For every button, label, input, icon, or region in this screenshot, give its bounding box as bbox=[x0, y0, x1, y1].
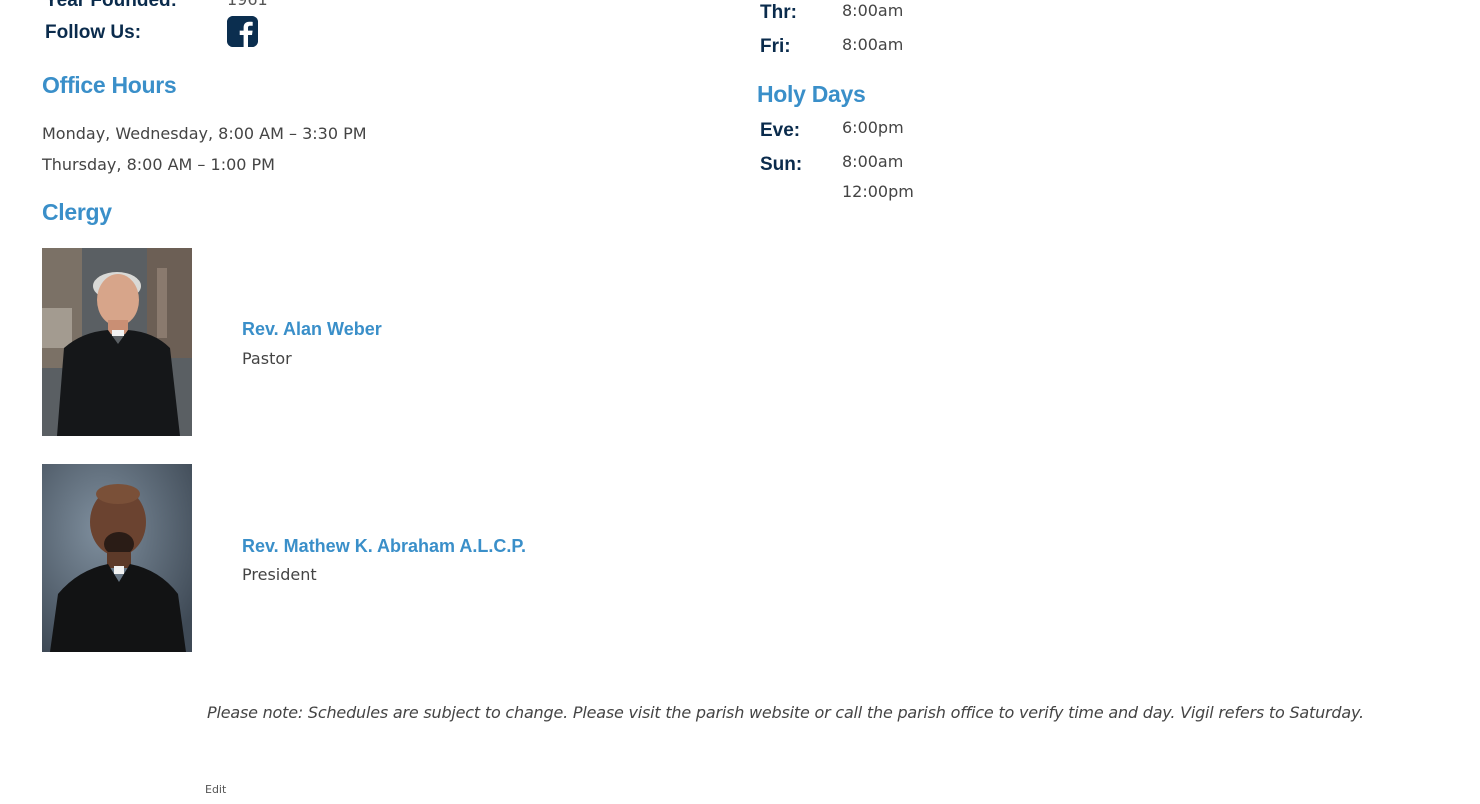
holy-day-label: Eve: bbox=[760, 120, 801, 141]
year-founded-label: Year Founded: bbox=[45, 0, 177, 11]
clergy-photo-pastor bbox=[42, 248, 192, 436]
clergy-role: President bbox=[242, 565, 317, 584]
facebook-icon[interactable] bbox=[227, 16, 258, 47]
office-hours-heading: Office Hours bbox=[42, 72, 177, 98]
mass-time: 12:00pm bbox=[842, 182, 914, 201]
weekday-label: Fri: bbox=[760, 36, 791, 57]
clergy-name-link[interactable]: Rev. Alan Weber bbox=[242, 319, 382, 340]
mass-time: 6:00pm bbox=[842, 118, 904, 137]
holy-day-label: Sun: bbox=[760, 154, 803, 175]
clergy-role: Pastor bbox=[242, 349, 292, 368]
holy-days-heading: Holy Days bbox=[757, 81, 866, 107]
clergy-photo-president bbox=[42, 464, 192, 652]
clergy-heading: Clergy bbox=[42, 199, 112, 225]
mass-time: 8:00am bbox=[842, 35, 904, 54]
mass-time: 8:00am bbox=[842, 1, 904, 20]
clergy-name-link[interactable]: Rev. Mathew K. Abraham A.L.C.P. bbox=[242, 536, 526, 557]
schedule-disclaimer: Please note: Schedules are subject to ch… bbox=[207, 703, 1364, 722]
office-hours-line: Monday, Wednesday, 8:00 AM – 3:30 PM bbox=[42, 124, 367, 143]
year-founded-value: 1961 bbox=[227, 0, 268, 9]
mass-time: 8:00am bbox=[842, 152, 904, 171]
edit-link[interactable]: Edit bbox=[205, 783, 226, 796]
follow-us-label: Follow Us: bbox=[45, 22, 142, 43]
office-hours-line: Thursday, 8:00 AM – 1:00 PM bbox=[42, 155, 275, 174]
weekday-label: Thr: bbox=[760, 2, 797, 23]
